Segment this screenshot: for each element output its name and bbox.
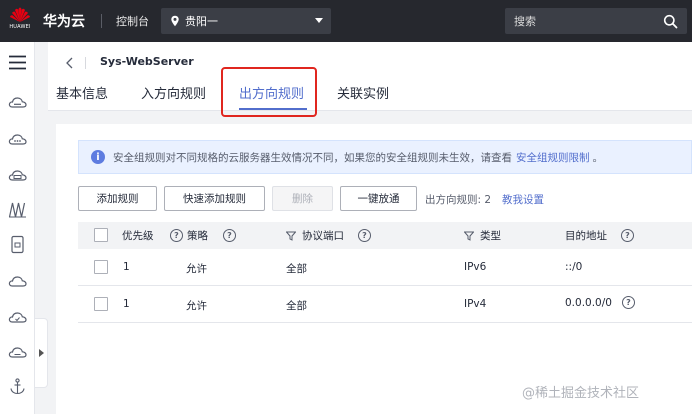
column-policy: ? 策略 ? <box>170 228 236 243</box>
add-rule-button[interactable]: 添加规则 <box>78 186 157 211</box>
chevron-right-icon <box>38 349 44 357</box>
column-priority: 优先级 <box>122 230 154 242</box>
left-service-sidebar <box>0 42 35 414</box>
one-click-allow-button[interactable]: 一键放通 <box>340 186 417 211</box>
notice-text: 安全组规则对不同规格的云服务器生效情况不同，如果您的安全组规则未生效，请查看 <box>113 151 512 164</box>
cell-destination-value: 0.0.0.0/0 <box>565 296 612 309</box>
table-row: 1 允许 全部 IPv6 ::/0 <box>78 249 692 286</box>
select-all-checkbox[interactable] <box>94 228 108 242</box>
tab-inbound-rules[interactable]: 入方向规则 <box>141 83 206 102</box>
table-row: 1 允许 全部 IPv4 0.0.0.0/0 ? <box>78 286 692 323</box>
sidebar-expand-handle[interactable] <box>35 318 48 388</box>
cloud-database-icon[interactable] <box>8 166 27 185</box>
brand-name[interactable]: 华为云 <box>43 11 85 31</box>
huawei-flower-icon <box>10 7 30 22</box>
cell-type: IPv4 <box>464 298 487 310</box>
cell-policy: 允许 <box>186 300 207 312</box>
security-group-limit-link[interactable]: 安全组规则限制 <box>516 150 590 165</box>
cell-protocol-port: 全部 <box>286 263 307 275</box>
column-protocol-port: 协议端口 ? <box>286 228 371 243</box>
notice-period: 。 <box>592 151 604 164</box>
divider <box>101 14 102 28</box>
top-navigation-bar: HUAWEI 华为云 控制台 贵阳一 搜索 <box>0 0 692 42</box>
search-icon[interactable] <box>663 14 678 29</box>
column-destination: 目的地址 ? <box>565 228 634 243</box>
info-icon: i <box>91 150 105 164</box>
help-icon[interactable]: ? <box>223 229 236 242</box>
help-icon[interactable]: ? <box>621 229 634 242</box>
page-title: Sys-WebServer <box>100 55 194 68</box>
chevron-down-icon <box>315 18 323 23</box>
back-arrow-icon[interactable] <box>64 56 76 70</box>
network-icon[interactable] <box>8 200 27 219</box>
cloud-monitor-icon[interactable] <box>8 343 27 362</box>
anchor-icon[interactable] <box>8 377 27 396</box>
outbound-rule-count: 出方向规则: 2 <box>425 194 492 206</box>
quick-add-rule-button[interactable]: 快速添加规则 <box>164 186 265 211</box>
cell-protocol-port: 全部 <box>286 300 307 312</box>
filter-icon[interactable] <box>464 231 474 241</box>
search-placeholder: 搜索 <box>514 15 536 28</box>
info-notice: i 安全组规则对不同规格的云服务器生效情况不同，如果您的安全组规则未生效，请查看… <box>78 140 692 174</box>
logo-text: HUAWEI <box>9 24 31 30</box>
teach-me-link[interactable]: 教我设置 <box>502 192 544 207</box>
region-selector[interactable]: 贵阳一 <box>161 8 331 34</box>
location-pin-icon <box>171 15 179 27</box>
global-search-input[interactable]: 搜索 <box>505 8 687 34</box>
cloud-server-icon[interactable] <box>8 93 27 112</box>
row-checkbox[interactable] <box>94 297 108 311</box>
cell-type: IPv6 <box>464 261 487 273</box>
region-label: 贵阳一 <box>185 15 218 28</box>
cell-destination: 0.0.0.0/0 ? <box>565 296 635 309</box>
cell-destination: ::/0 <box>565 261 583 273</box>
menu-icon[interactable] <box>8 53 27 72</box>
tab-basic-info[interactable]: 基本信息 <box>56 83 108 102</box>
column-type-label: 类型 <box>480 230 501 242</box>
column-type: 类型 <box>464 228 501 243</box>
cloud-service-icon[interactable] <box>8 130 27 149</box>
row-checkbox[interactable] <box>94 260 108 274</box>
storage-icon[interactable] <box>8 235 27 254</box>
cell-policy: 允许 <box>186 263 207 275</box>
help-icon[interactable]: ? <box>621 296 635 309</box>
column-policy-label: 策略 <box>187 230 208 242</box>
console-link[interactable]: 控制台 <box>116 13 149 29</box>
cloud-security-icon[interactable] <box>8 308 27 327</box>
help-icon[interactable]: ? <box>358 229 371 242</box>
watermark: @稀土掘金技术社区 <box>522 386 640 401</box>
cloud-icon[interactable] <box>8 272 27 291</box>
help-icon[interactable]: ? <box>170 229 183 242</box>
column-protocol-port-label: 协议端口 <box>302 230 344 242</box>
tab-associated-instances[interactable]: 关联实例 <box>337 83 389 102</box>
cell-priority: 1 <box>123 298 130 310</box>
tab-highlight-annotation <box>221 67 317 117</box>
delete-button[interactable]: 删除 <box>272 186 333 211</box>
page-header: Sys-WebServer 基本信息 入方向规则 出方向规则 关联实例 <box>48 42 692 111</box>
column-destination-label: 目的地址 <box>565 230 607 242</box>
table-header: 优先级 ? 策略 ? 协议端口 ? 类型 目的地址 ? <box>78 222 692 249</box>
divider <box>85 57 86 69</box>
filter-icon[interactable] <box>286 231 296 241</box>
cell-priority: 1 <box>123 261 130 273</box>
huawei-logo[interactable]: HUAWEI <box>5 6 35 36</box>
